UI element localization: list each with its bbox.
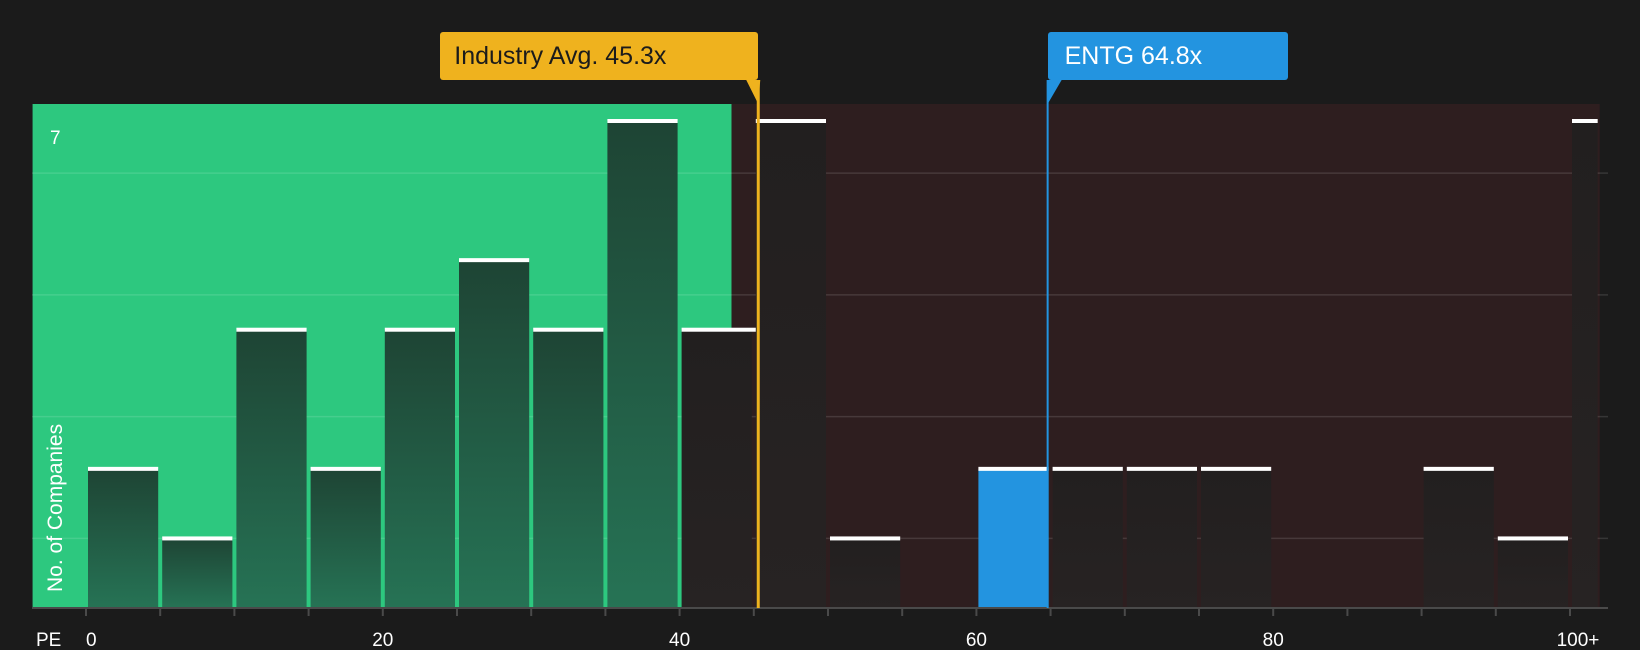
histogram-bar[interactable] bbox=[88, 468, 159, 608]
histogram-bar[interactable] bbox=[1201, 468, 1272, 608]
histogram-bar-top bbox=[310, 466, 381, 471]
histogram-bar[interactable] bbox=[681, 329, 752, 608]
company-marker-label: ENTG 64.8x bbox=[1047, 32, 1288, 80]
histogram-bar-top bbox=[162, 536, 233, 541]
histogram-bar[interactable] bbox=[1497, 538, 1568, 608]
histogram-bar-top bbox=[1423, 466, 1494, 471]
histogram-bar-top bbox=[1572, 119, 1598, 123]
histogram-bar[interactable] bbox=[978, 468, 1049, 608]
histogram-bar[interactable] bbox=[162, 538, 233, 608]
histogram-bar[interactable] bbox=[236, 329, 307, 608]
histogram-bar[interactable] bbox=[1126, 468, 1197, 608]
histogram-bar-top bbox=[459, 258, 530, 263]
histogram-bar-top bbox=[607, 119, 678, 123]
histogram-bar[interactable] bbox=[1423, 468, 1494, 608]
chart-canvas: 0 20 40 60 80 100+ PE 7 No. of Companies bbox=[32, 80, 1608, 650]
x-tick-label: 0 bbox=[86, 630, 97, 650]
histogram-bar-top bbox=[1126, 466, 1197, 471]
histogram-bar-top bbox=[1052, 466, 1123, 471]
histogram-bar[interactable] bbox=[1572, 121, 1598, 608]
histogram-bar[interactable] bbox=[459, 260, 530, 608]
histogram-bar-top bbox=[755, 119, 826, 123]
x-axis-label: PE bbox=[36, 630, 61, 650]
y-tick-label: 7 bbox=[50, 128, 61, 149]
histogram-bar-top bbox=[1497, 536, 1568, 541]
industry-marker-pointer bbox=[746, 80, 761, 104]
x-tick-label: 20 bbox=[372, 630, 393, 650]
pe-distribution-chart: 0 20 40 60 80 100+ PE 7 No. of Companies Industr… bbox=[0, 0, 1640, 650]
histogram-bar[interactable] bbox=[533, 329, 604, 608]
histogram-bar[interactable] bbox=[755, 121, 826, 608]
histogram-bar-top bbox=[88, 466, 159, 471]
x-tick-label: 60 bbox=[966, 630, 987, 650]
x-tick-label: 80 bbox=[1263, 630, 1284, 650]
industry-marker-label: Industry Avg. 45.3x bbox=[440, 32, 759, 80]
company-marker-pointer bbox=[1047, 80, 1062, 104]
histogram-bar[interactable] bbox=[1052, 468, 1123, 608]
histogram-bar-top bbox=[384, 327, 455, 332]
histogram-bar[interactable] bbox=[830, 538, 901, 608]
histogram-bar-top bbox=[236, 327, 307, 332]
histogram-bar-top bbox=[1201, 466, 1272, 471]
histogram-bar-top bbox=[978, 466, 1049, 471]
x-tick-label: 40 bbox=[669, 630, 690, 650]
y-axis-label: No. of Companies bbox=[44, 424, 67, 592]
histogram-bar[interactable] bbox=[607, 121, 678, 608]
histogram-bar[interactable] bbox=[310, 468, 381, 608]
histogram-bar-top bbox=[533, 327, 604, 332]
histogram-bar[interactable] bbox=[384, 329, 455, 608]
histogram-bar-top bbox=[830, 536, 901, 541]
x-tick-label: 100+ bbox=[1557, 630, 1600, 650]
